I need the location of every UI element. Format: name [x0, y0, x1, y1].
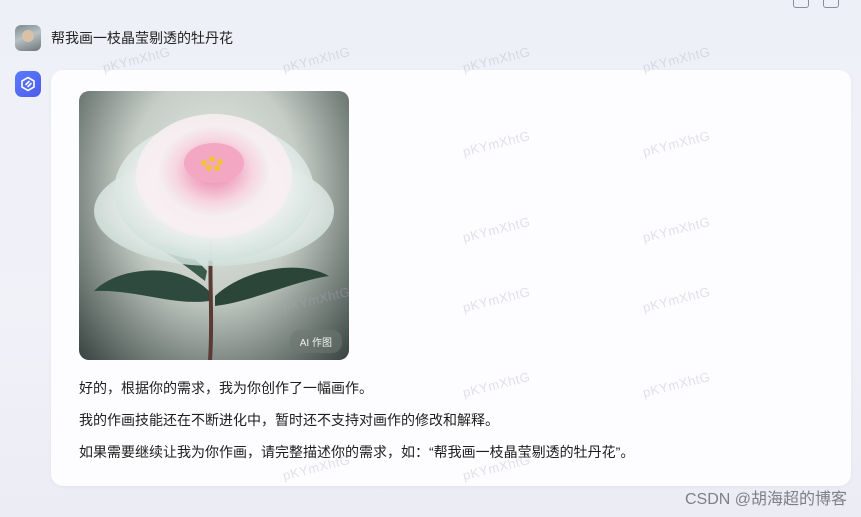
user-avatar	[15, 25, 41, 51]
user-message-row: 帮我画一枝晶莹剔透的牡丹花	[15, 25, 233, 51]
bot-logo-icon	[15, 71, 41, 97]
reply-text: 好的，根据你的需求，我为你创作了一幅画作。 我的作画技能还在不断进化中，暂时还不…	[79, 379, 634, 475]
bot-reply-card: AI 作图 好的，根据你的需求，我为你创作了一幅画作。 我的作画技能还在不断进化…	[51, 70, 851, 486]
reply-line-3: 如果需要继续让我为你作画，请完整描述你的需求，如：“帮我画一枝晶莹剔透的牡丹花”…	[79, 444, 635, 460]
copy-icon[interactable]	[793, 0, 809, 8]
generated-peony-image[interactable]: AI 作图	[79, 91, 349, 360]
share-icon[interactable]	[823, 0, 839, 8]
reply-line-2: 我的作画技能还在不断进化中，暂时还不支持对画作的修改和解释。	[79, 412, 499, 428]
reply-line-1: 好的，根据你的需求，我为你创作了一幅画作。	[79, 380, 373, 396]
csdn-watermark: CSDN @胡海超的博客	[684, 491, 847, 508]
user-message-text: 帮我画一枝晶莹剔透的牡丹花	[51, 30, 233, 46]
peony-illustration	[94, 114, 334, 360]
ai-image-badge: AI 作图	[289, 330, 342, 353]
top-action-icons	[793, 0, 839, 8]
